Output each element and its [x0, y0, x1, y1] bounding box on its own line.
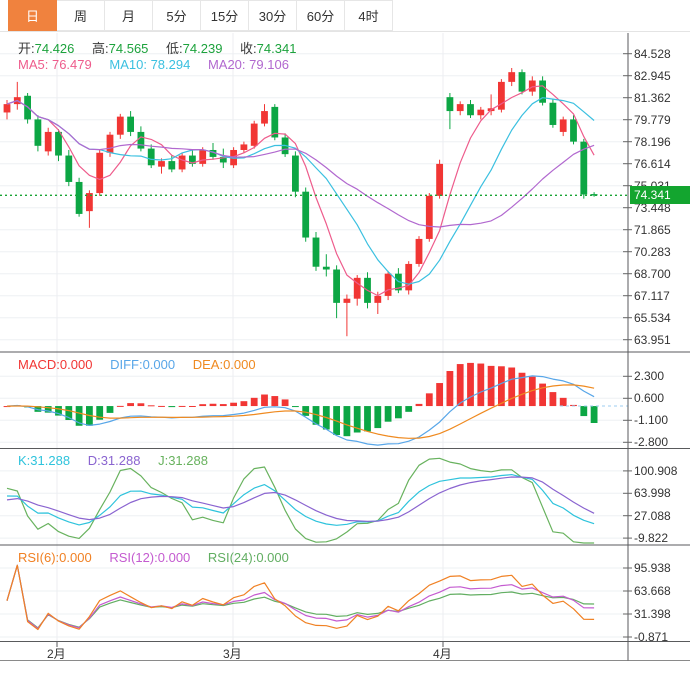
axis-tick-label: 63.668	[634, 584, 671, 598]
rsi-legend: RSI(6):0.000 RSI(12):0.000 RSI(24):0.000	[18, 550, 303, 565]
dea-label: DEA:	[193, 357, 223, 372]
rsi24-value: 0.000	[256, 550, 289, 565]
macd-value: 0.000	[60, 357, 93, 372]
d-label: D:	[88, 453, 101, 468]
d-value: 31.288	[101, 453, 141, 468]
rsi12-label: RSI(12):	[109, 550, 157, 565]
month-label: 4月	[433, 645, 452, 662]
dea-value: 0.000	[223, 357, 256, 372]
axis-tick-label: 31.398	[634, 607, 671, 621]
axis-tick-label: 82.945	[634, 69, 671, 83]
axis-tick-label: 65.534	[634, 311, 671, 325]
open-label: 开:	[18, 41, 35, 56]
axis-tick-label: 71.865	[634, 223, 671, 237]
close-label: 收:	[240, 41, 257, 56]
kline-chart-app: 日 周 月 5分 15分 30分 60分 4时 开:74.426 高:74.56…	[0, 0, 690, 674]
ma-legend: MA5: 76.479 MA10: 78.294 MA20: 79.106	[18, 57, 303, 72]
j-value: 31.288	[168, 453, 208, 468]
axis-tick-label: 76.614	[634, 157, 671, 171]
low-value: 74.239	[183, 41, 223, 56]
high-label: 高:	[92, 41, 109, 56]
axis-tick-label: 95.938	[634, 561, 671, 575]
rsi12-value: 0.000	[158, 550, 191, 565]
axis-tick-label: 67.117	[634, 289, 670, 303]
macd-legend: MACD:0.000 DIFF:0.000 DEA:0.000	[18, 357, 270, 372]
diff-value: 0.000	[143, 357, 176, 372]
ma5-label: MA5:	[18, 57, 48, 72]
axis-tick-label: -2.800	[634, 435, 668, 449]
axis-tick-label: 100.908	[634, 464, 677, 478]
axis-tick-label: 79.779	[634, 113, 671, 127]
rsi6-value: 0.000	[59, 550, 92, 565]
ma5-value: 76.479	[52, 57, 92, 72]
axis-tick-label: 68.700	[634, 267, 671, 281]
axis-tick-label: -0.871	[634, 630, 668, 644]
kdj-legend: K:31.288 D:31.288 J:31.288	[18, 453, 222, 468]
ohlc-legend: 开:74.426 高:74.565 低:74.239 收:74.341	[18, 38, 310, 57]
month-label: 3月	[223, 645, 242, 662]
low-label: 低:	[166, 41, 183, 56]
open-value: 74.426	[35, 41, 75, 56]
axis-tick-label: -9.822	[634, 531, 668, 545]
k-label: K:	[18, 453, 30, 468]
j-label: J:	[158, 453, 168, 468]
axis-tick-label: 0.600	[634, 391, 664, 405]
k-value: 31.288	[30, 453, 70, 468]
axis-tick-label: 27.088	[634, 509, 671, 523]
close-value: 74.341	[257, 41, 297, 56]
rsi6-label: RSI(6):	[18, 550, 59, 565]
axis-tick-label: 63.998	[634, 486, 671, 500]
rsi24-label: RSI(24):	[208, 550, 256, 565]
month-label: 2月	[47, 645, 66, 662]
diff-label: DIFF:	[110, 357, 143, 372]
axis-tick-label: 81.362	[634, 91, 671, 105]
current-price-badge: 74.341	[630, 186, 690, 204]
axis-tick-label: 2.300	[634, 369, 664, 383]
axis-tick-label: 63.951	[634, 333, 671, 347]
ma10-label: MA10:	[109, 57, 147, 72]
axis-tick-label: -1.100	[634, 413, 668, 427]
high-value: 74.565	[109, 41, 149, 56]
axis-tick-label: 78.196	[634, 135, 671, 149]
macd-label: MACD:	[18, 357, 60, 372]
axis-tick-label: 70.283	[634, 245, 671, 259]
ma20-label: MA20:	[208, 57, 246, 72]
chart-canvas[interactable]	[0, 0, 690, 674]
ma20-value: 79.106	[249, 57, 289, 72]
ma10-value: 78.294	[151, 57, 191, 72]
axis-tick-label: 84.528	[634, 47, 671, 61]
